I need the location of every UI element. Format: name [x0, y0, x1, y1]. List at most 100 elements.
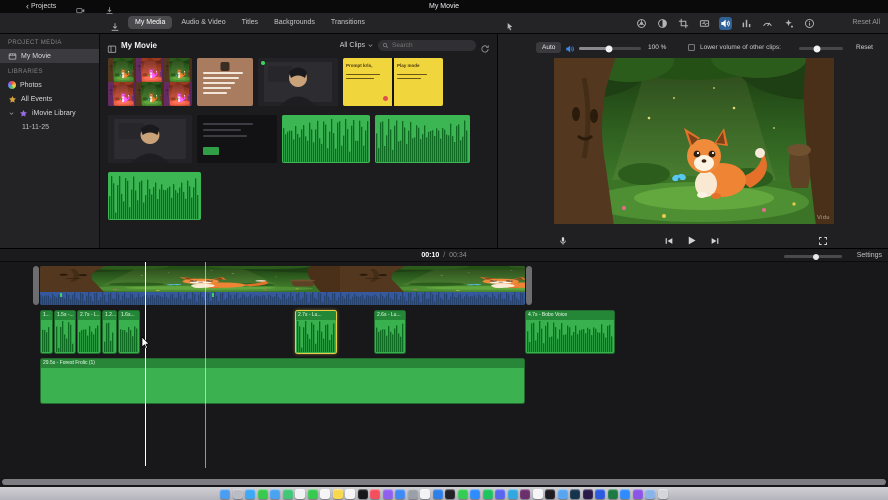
dock-icon-zoom[interactable]: [470, 488, 481, 499]
sidebar-item-my-movie[interactable]: My Movie: [0, 49, 99, 63]
tab-audio-video[interactable]: Audio & Video: [174, 16, 232, 29]
search-input[interactable]: [392, 42, 472, 49]
timeline-audio-clip[interactable]: 1...: [40, 310, 53, 354]
horizontal-scrollbar[interactable]: [2, 479, 886, 485]
speed-tool-button[interactable]: [761, 17, 774, 30]
dock-icon-terminal[interactable]: [445, 488, 456, 499]
sidebar-item-imovie-library[interactable]: iMovie Library: [0, 106, 99, 120]
dock-icon-telegram[interactable]: [507, 488, 518, 499]
dock-icon-calendar[interactable]: [320, 488, 331, 499]
import-arrow-icon[interactable]: [105, 2, 114, 15]
dock-icon-trash[interactable]: [657, 488, 668, 499]
media-thumb-audio[interactable]: [282, 115, 370, 163]
dock-icon-settings[interactable]: [407, 488, 418, 499]
dock-icon-finder[interactable]: [220, 488, 231, 499]
pointer-icon[interactable]: [505, 18, 515, 31]
dock-icon-whatsapp[interactable]: [457, 488, 468, 499]
media-thumb-notes[interactable]: [197, 58, 253, 106]
dock-icon-chrome[interactable]: [420, 488, 431, 499]
dock-icon-launchpad[interactable]: [232, 488, 243, 499]
media-thumb-audio[interactable]: [108, 172, 201, 220]
import-media-icon[interactable]: [110, 18, 120, 31]
search-box[interactable]: [378, 40, 476, 51]
sidebar-item-photos[interactable]: Photos: [0, 78, 99, 92]
timeline-audio-clip[interactable]: 1.2...: [102, 310, 117, 354]
dock-icon-podcasts[interactable]: [382, 488, 393, 499]
tab-titles[interactable]: Titles: [235, 16, 265, 29]
lower-volume-knob[interactable]: [813, 45, 821, 52]
volume-icon[interactable]: [565, 44, 575, 54]
stabilize-tool-button[interactable]: [698, 17, 711, 30]
clip-duration-icon[interactable]: [480, 41, 490, 53]
projects-back-button[interactable]: ‹ Projects: [26, 2, 56, 11]
dock-icon-xcode[interactable]: [557, 488, 568, 499]
media-thumb-cartoon-video[interactable]: [108, 58, 192, 106]
sidebar-item-all-events[interactable]: All Events: [0, 92, 99, 106]
dock-icon-photos[interactable]: [295, 488, 306, 499]
dock-icon-maps[interactable]: [282, 488, 293, 499]
dock-icon-excel[interactable]: [607, 488, 618, 499]
tab-backgrounds[interactable]: Backgrounds: [267, 16, 322, 29]
dock-icon-premiere[interactable]: [582, 488, 593, 499]
eq-tool-button[interactable]: [740, 17, 753, 30]
dock-icon-figma[interactable]: [545, 488, 556, 499]
dock-icon-vscode[interactable]: [432, 488, 443, 499]
color-wheel-tool-button[interactable]: [635, 17, 648, 30]
playhead[interactable]: [145, 262, 146, 466]
camera-import-icon[interactable]: [76, 2, 85, 14]
volume-slider[interactable]: [579, 45, 641, 52]
chevron-down-icon[interactable]: [8, 110, 15, 117]
dock-icon-spotify[interactable]: [482, 488, 493, 499]
timeline-video-clip[interactable]: [40, 266, 525, 292]
clip-trim-handle-left[interactable]: [33, 266, 39, 305]
dock-icon-slack[interactable]: [520, 488, 531, 499]
clip-filter-dropdown[interactable]: All Clips: [340, 42, 374, 49]
dock-icon-keynote[interactable]: [620, 488, 631, 499]
auto-button[interactable]: Auto: [536, 42, 562, 53]
media-thumb-audio[interactable]: [375, 115, 470, 163]
dock-icon-facetime[interactable]: [307, 488, 318, 499]
dock-icon-word[interactable]: [595, 488, 606, 499]
dock-icon-safari[interactable]: [245, 488, 256, 499]
dock-icon-notion[interactable]: [532, 488, 543, 499]
timeline-attached-audio[interactable]: [40, 292, 525, 305]
reset-button[interactable]: Reset: [856, 44, 873, 51]
dock-icon-reminders[interactable]: [345, 488, 356, 499]
reset-all-button[interactable]: Reset All: [852, 19, 880, 26]
fullscreen-icon[interactable]: [818, 232, 828, 245]
timeline-audio-clip[interactable]: 1.5s -...: [54, 310, 76, 354]
volume-slider-knob[interactable]: [605, 45, 613, 52]
timeline-audio-clip[interactable]: 2.6s - Lu...: [374, 310, 406, 354]
previous-frame-icon[interactable]: [664, 232, 674, 244]
effects-tool-button[interactable]: [782, 17, 795, 30]
dock-icon-discord[interactable]: [495, 488, 506, 499]
media-thumb-screen-recording[interactable]: [197, 115, 277, 163]
voiceover-mic-icon[interactable]: [558, 232, 568, 245]
sidebar-toggle-icon[interactable]: [107, 41, 117, 54]
timeline-audio-clip[interactable]: 2.7s - L...: [77, 310, 101, 354]
dock-icon-music[interactable]: [370, 488, 381, 499]
timeline-clip-background-music[interactable]: 29.5s - Forest Frolic (1): [40, 358, 525, 404]
crop-tool-button[interactable]: [677, 17, 690, 30]
timeline[interactable]: 1... 1.5s -... 2.7s - L... 1.2... 1.6s... 2.7…: [0, 262, 888, 478]
dock-icon-tv[interactable]: [357, 488, 368, 499]
dock-icon-app-store[interactable]: [395, 488, 406, 499]
play-icon[interactable]: [686, 232, 697, 245]
lower-volume-checkbox[interactable]: [688, 44, 695, 51]
dock-icon-imovie[interactable]: [632, 488, 643, 499]
media-thumb-title-cards[interactable]: Prompt krlo, Play mode: [343, 58, 443, 106]
dock-icon-notes[interactable]: [332, 488, 343, 499]
sidebar-item-11-11-25[interactable]: 11-11-25: [0, 120, 99, 134]
next-frame-icon[interactable]: [710, 232, 720, 244]
dock-icon-messages[interactable]: [257, 488, 268, 499]
clip-trim-handle-right[interactable]: [526, 266, 532, 305]
info-tool-button[interactable]: [803, 17, 816, 30]
timeline-audio-clip[interactable]: 4.7s - Bobo Voice: [525, 310, 615, 354]
dock-icon-mail[interactable]: [270, 488, 281, 499]
timeline-audio-clip[interactable]: 1.6s...: [118, 310, 140, 354]
media-thumb-person-video[interactable]: [108, 115, 192, 163]
dock-icon-photoshop[interactable]: [570, 488, 581, 499]
media-thumb-person-video[interactable]: [258, 58, 338, 106]
tab-transitions[interactable]: Transitions: [324, 16, 372, 29]
dock-icon-downloads[interactable]: [645, 488, 656, 499]
